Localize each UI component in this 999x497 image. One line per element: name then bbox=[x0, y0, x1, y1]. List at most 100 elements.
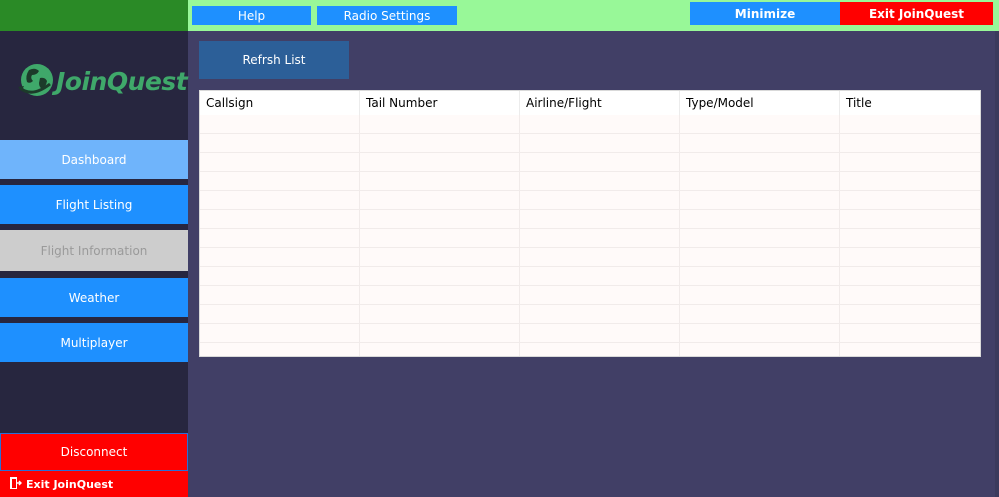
exit-button[interactable]: Exit JoinQuest bbox=[840, 2, 993, 25]
table-cell-empty bbox=[520, 191, 680, 209]
table-cell-empty bbox=[200, 343, 360, 356]
table-cell-empty bbox=[520, 248, 680, 266]
table-cell-empty bbox=[840, 172, 980, 190]
column-header-callsign[interactable]: Callsign bbox=[200, 91, 360, 115]
table-row-empty bbox=[200, 286, 980, 305]
table-cell-empty bbox=[200, 115, 360, 133]
table-row-empty bbox=[200, 172, 980, 191]
table-row-empty bbox=[200, 305, 980, 324]
table-cell-empty bbox=[200, 229, 360, 247]
exit-door-icon bbox=[8, 476, 22, 493]
table-cell-empty bbox=[520, 153, 680, 171]
table-cell-empty bbox=[200, 267, 360, 285]
column-header-title[interactable]: Title bbox=[840, 91, 980, 115]
help-button[interactable]: Help bbox=[192, 6, 311, 25]
table-cell-empty bbox=[680, 324, 840, 342]
sidebar-item-flight-information[interactable]: Flight Information bbox=[0, 230, 188, 271]
table-cell-empty bbox=[840, 210, 980, 228]
table-cell-empty bbox=[520, 172, 680, 190]
table-cell-empty bbox=[680, 305, 840, 323]
logo-text: JoinQuest bbox=[56, 66, 188, 96]
sidebar-item-flight-listing[interactable]: Flight Listing bbox=[0, 185, 188, 224]
table-cell-empty bbox=[200, 324, 360, 342]
table-cell-empty bbox=[360, 229, 520, 247]
minimize-button[interactable]: Minimize bbox=[690, 2, 840, 25]
exit-sidebar-button[interactable]: Exit JoinQuest bbox=[0, 471, 188, 497]
table-cell-empty bbox=[520, 286, 680, 304]
table-cell-empty bbox=[360, 134, 520, 152]
table-cell-empty bbox=[840, 305, 980, 323]
app-logo: JoinQuest bbox=[16, 58, 188, 104]
table-cell-empty bbox=[360, 172, 520, 190]
column-header-airline-flight[interactable]: Airline/Flight bbox=[520, 91, 680, 115]
flight-list-table[interactable]: Callsign Tail Number Airline/Flight Type… bbox=[199, 90, 981, 357]
table-cell-empty bbox=[680, 115, 840, 133]
table-cell-empty bbox=[520, 324, 680, 342]
column-header-tail-number[interactable]: Tail Number bbox=[360, 91, 520, 115]
table-body bbox=[200, 115, 980, 356]
table-cell-empty bbox=[360, 324, 520, 342]
table-row-empty bbox=[200, 153, 980, 172]
table-cell-empty bbox=[680, 286, 840, 304]
window-edge bbox=[995, 31, 999, 497]
table-cell-empty bbox=[520, 134, 680, 152]
table-row-empty bbox=[200, 210, 980, 229]
table-row-empty bbox=[200, 115, 980, 134]
table-cell-empty bbox=[840, 286, 980, 304]
table-cell-empty bbox=[360, 305, 520, 323]
table-cell-empty bbox=[200, 286, 360, 304]
table-cell-empty bbox=[840, 343, 980, 356]
table-cell-empty bbox=[360, 191, 520, 209]
sidebar-item-weather[interactable]: Weather bbox=[0, 278, 188, 317]
table-cell-empty bbox=[680, 153, 840, 171]
table-cell-empty bbox=[840, 229, 980, 247]
table-cell-empty bbox=[840, 191, 980, 209]
table-cell-empty bbox=[840, 115, 980, 133]
table-cell-empty bbox=[520, 343, 680, 356]
table-row-empty bbox=[200, 229, 980, 248]
table-cell-empty bbox=[520, 115, 680, 133]
disconnect-button[interactable]: Disconnect bbox=[0, 433, 188, 471]
table-cell-empty bbox=[360, 267, 520, 285]
table-cell-empty bbox=[680, 210, 840, 228]
table-row-empty bbox=[200, 191, 980, 210]
radio-settings-button[interactable]: Radio Settings bbox=[317, 6, 457, 25]
table-cell-empty bbox=[680, 248, 840, 266]
table-cell-empty bbox=[520, 267, 680, 285]
table-cell-empty bbox=[200, 172, 360, 190]
table-header: Callsign Tail Number Airline/Flight Type… bbox=[200, 91, 980, 115]
table-cell-empty bbox=[840, 248, 980, 266]
table-cell-empty bbox=[360, 210, 520, 228]
table-cell-empty bbox=[200, 305, 360, 323]
exit-sidebar-label: Exit JoinQuest bbox=[26, 477, 114, 491]
sidebar-item-dashboard[interactable]: Dashboard bbox=[0, 140, 188, 179]
table-cell-empty bbox=[520, 229, 680, 247]
table-row-empty bbox=[200, 248, 980, 267]
column-header-type-model[interactable]: Type/Model bbox=[680, 91, 840, 115]
table-cell-empty bbox=[360, 248, 520, 266]
table-cell-empty bbox=[200, 210, 360, 228]
table-cell-empty bbox=[520, 305, 680, 323]
sidebar-item-multiplayer[interactable]: Multiplayer bbox=[0, 323, 188, 362]
table-cell-empty bbox=[840, 153, 980, 171]
table-cell-empty bbox=[840, 324, 980, 342]
table-row-empty bbox=[200, 343, 980, 356]
table-cell-empty bbox=[520, 210, 680, 228]
table-cell-empty bbox=[840, 267, 980, 285]
table-cell-empty bbox=[680, 343, 840, 356]
table-cell-empty bbox=[680, 191, 840, 209]
table-cell-empty bbox=[360, 115, 520, 133]
table-cell-empty bbox=[200, 153, 360, 171]
table-cell-empty bbox=[680, 229, 840, 247]
globe-icon bbox=[16, 60, 54, 103]
titlebar-corner bbox=[0, 0, 188, 31]
table-cell-empty bbox=[200, 191, 360, 209]
table-row-empty bbox=[200, 134, 980, 153]
table-cell-empty bbox=[680, 172, 840, 190]
refresh-list-button[interactable]: Refrsh List bbox=[199, 41, 349, 79]
table-cell-empty bbox=[680, 134, 840, 152]
table-row-empty bbox=[200, 324, 980, 343]
table-cell-empty bbox=[360, 343, 520, 356]
table-cell-empty bbox=[200, 248, 360, 266]
table-cell-empty bbox=[200, 134, 360, 152]
